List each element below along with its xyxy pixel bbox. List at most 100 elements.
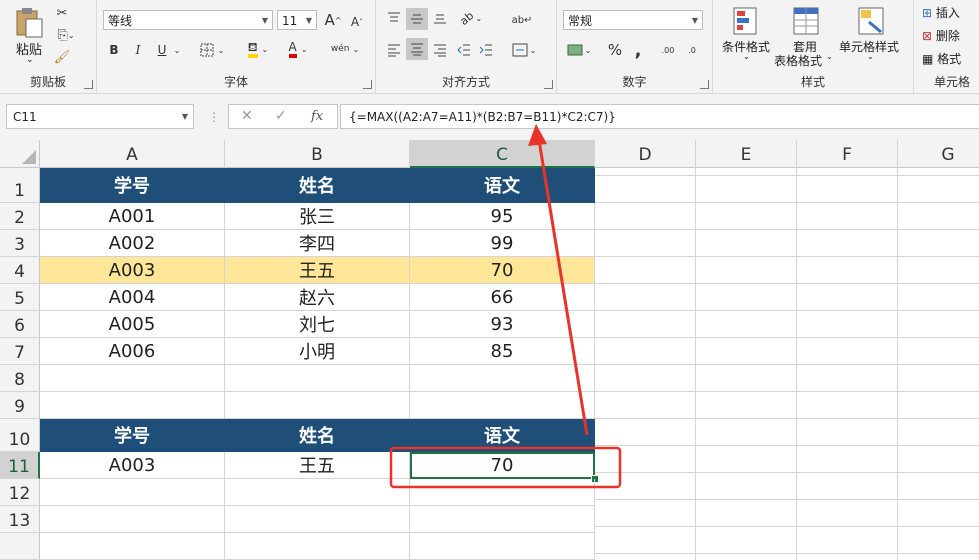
accounting-format-icon[interactable]: ⌄	[565, 40, 593, 60]
align-center-icon[interactable]	[406, 38, 428, 60]
column-header-g[interactable]: G	[898, 140, 979, 168]
shrink-font-button[interactable]: Aˇ	[347, 12, 367, 32]
table-cell[interactable]: 张三	[225, 203, 410, 230]
format-painter-icon[interactable]: 🖌	[52, 48, 72, 66]
font-launcher-icon[interactable]	[363, 80, 372, 89]
comma-style-button[interactable]: ,	[629, 40, 647, 61]
decrease-indent-icon[interactable]	[454, 40, 474, 60]
table-cell[interactable]: 93	[410, 311, 595, 338]
format-button[interactable]: ▦ 格式	[922, 50, 961, 67]
empty-cell[interactable]	[225, 506, 410, 533]
empty-cell[interactable]	[225, 479, 410, 506]
underline-dropdown-icon[interactable]: ⌄	[171, 40, 183, 60]
row-header-11[interactable]: 11	[0, 452, 40, 479]
align-middle-icon[interactable]	[406, 8, 428, 30]
insert-button[interactable]: ⊞ 插入	[922, 4, 960, 21]
align-right-icon[interactable]	[430, 40, 450, 60]
highlighted-table-cell[interactable]: 王五	[225, 257, 410, 284]
empty-cell[interactable]	[225, 533, 410, 560]
column-header-b[interactable]: B	[225, 140, 410, 168]
lookup-header-cell[interactable]: 语文	[410, 419, 595, 452]
empty-cell[interactable]	[40, 533, 225, 560]
underline-button[interactable]: U	[153, 40, 171, 60]
table-cell[interactable]: 99	[410, 230, 595, 257]
fill-color-button[interactable]: ⛾ ⌄	[243, 38, 273, 60]
align-top-icon[interactable]	[384, 8, 404, 28]
formula-bar-splitter-icon[interactable]: ⋮	[208, 110, 220, 124]
row-header-13[interactable]: 13	[0, 506, 40, 533]
font-color-button[interactable]: A ⌄	[283, 38, 313, 60]
copy-icon[interactable]: ⎘ ⌄	[52, 26, 80, 44]
align-left-icon[interactable]	[384, 40, 404, 60]
column-header-e[interactable]: E	[696, 140, 797, 168]
font-name-select[interactable]: 等线 ▼	[103, 10, 273, 30]
empty-cell[interactable]	[40, 506, 225, 533]
table-cell[interactable]: 85	[410, 338, 595, 365]
row-header-12[interactable]: 12	[0, 479, 40, 506]
highlighted-table-cell[interactable]: A003	[40, 257, 225, 284]
empty-cell[interactable]	[40, 392, 225, 419]
table-cell[interactable]: 小明	[225, 338, 410, 365]
table-cell[interactable]: 李四	[225, 230, 410, 257]
table-cell[interactable]: A004	[40, 284, 225, 311]
format-as-table-button[interactable]: 表格格式	[774, 52, 822, 69]
table-header-cell[interactable]: 姓名	[225, 168, 410, 203]
wrap-text-icon[interactable]: ab↵	[510, 8, 534, 32]
row-header-5[interactable]: 5	[0, 284, 40, 311]
row-header-3[interactable]: 3	[0, 230, 40, 257]
row-header-14[interactable]	[0, 533, 40, 560]
font-size-select[interactable]: 11 ▼	[277, 10, 317, 30]
empty-cell[interactable]	[40, 479, 225, 506]
empty-cell[interactable]	[410, 506, 595, 533]
number-format-select[interactable]: 常规 ▼	[563, 10, 703, 30]
alignment-launcher-icon[interactable]	[544, 80, 553, 89]
name-box[interactable]: C11 ▼	[6, 104, 194, 129]
table-cell[interactable]: A005	[40, 311, 225, 338]
empty-cell[interactable]	[225, 365, 410, 392]
italic-button[interactable]: I	[129, 40, 147, 60]
percent-style-button[interactable]: %	[605, 40, 625, 60]
row-header-1[interactable]: 1	[0, 168, 40, 203]
row-header-10[interactable]: 10	[0, 419, 40, 452]
row-header-6[interactable]: 6	[0, 311, 40, 338]
table-cell[interactable]: 66	[410, 284, 595, 311]
paste-dropdown-icon[interactable]: ⌄	[26, 55, 34, 65]
column-header-a[interactable]: A	[40, 140, 225, 168]
empty-cell[interactable]	[410, 479, 595, 506]
cut-icon[interactable]: ✂	[52, 4, 72, 22]
empty-cell[interactable]	[410, 533, 595, 560]
insert-function-icon[interactable]: fx	[311, 109, 323, 124]
lookup-header-cell[interactable]: 姓名	[225, 419, 410, 452]
phonetic-button[interactable]: wén ⌄	[327, 38, 363, 60]
table-header-cell[interactable]: 语文	[410, 168, 595, 203]
borders-button[interactable]: ⌄	[197, 40, 227, 60]
empty-cell[interactable]	[225, 392, 410, 419]
lookup-cell[interactable]: 王五	[225, 452, 410, 479]
row-header-4[interactable]: 4	[0, 257, 40, 284]
formula-input[interactable]: {=MAX((A2:A7=A11)*(B2:B7=B11)*C2:C7)}	[340, 104, 979, 129]
enter-icon[interactable]: ✓	[275, 108, 287, 124]
cell-styles-icon[interactable]	[856, 4, 886, 38]
row-header-8[interactable]: 8	[0, 365, 40, 392]
merge-center-icon[interactable]: ⌄	[508, 40, 540, 60]
cancel-icon[interactable]: ✕	[241, 108, 253, 124]
conditional-format-icon[interactable]	[731, 4, 761, 38]
chevron-down-icon[interactable]: ▼	[182, 105, 188, 129]
increase-indent-icon[interactable]	[476, 40, 496, 60]
increase-decimal-button[interactable]: .00	[657, 40, 679, 60]
table-cell[interactable]: 刘七	[225, 311, 410, 338]
highlighted-table-cell[interactable]: 70	[410, 257, 595, 284]
format-as-table-icon[interactable]	[791, 4, 821, 38]
grow-font-button[interactable]: A ^	[323, 10, 343, 30]
align-bottom-icon[interactable]	[430, 8, 450, 28]
clipboard-launcher-icon[interactable]	[84, 80, 93, 89]
lookup-cell[interactable]: A003	[40, 452, 225, 479]
lookup-header-cell[interactable]: 学号	[40, 419, 225, 452]
delete-button[interactable]: ⊠ 删除	[922, 27, 960, 44]
decrease-decimal-button[interactable]: .0	[681, 40, 703, 60]
column-header-d[interactable]: D	[595, 140, 696, 168]
column-header-f[interactable]: F	[797, 140, 898, 168]
row-header-7[interactable]: 7	[0, 338, 40, 365]
select-all-button[interactable]	[0, 140, 40, 168]
table-cell[interactable]: A001	[40, 203, 225, 230]
